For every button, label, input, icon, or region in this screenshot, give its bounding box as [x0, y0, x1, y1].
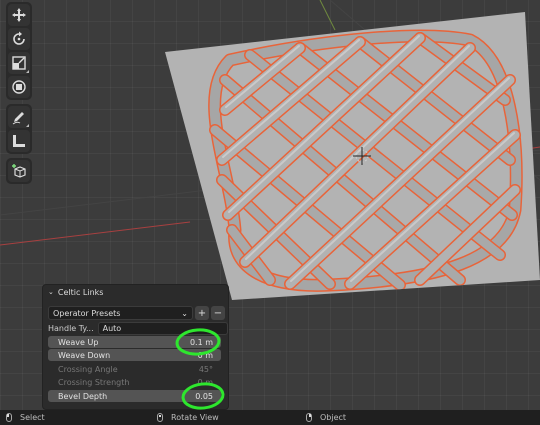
- crossing-strength-field[interactable]: Crossing Strength 0 m: [48, 376, 221, 388]
- tool-options-indicator: [26, 70, 29, 73]
- tool-options-indicator: [26, 124, 29, 127]
- scale-icon[interactable]: [8, 52, 30, 74]
- handle-type-value: Auto: [102, 324, 122, 333]
- status-bar: Select Rotate View Object: [0, 410, 540, 425]
- crossing-strength-value: 0 m: [197, 377, 213, 387]
- operator-presets-label: Operator Presets: [53, 308, 121, 318]
- crossing-strength-label: Crossing Strength: [58, 377, 130, 387]
- move-arrows-icon[interactable]: [8, 4, 30, 26]
- bevel-depth-field[interactable]: Bevel Depth 0.05: [48, 390, 221, 402]
- weave-up-value: 0.1 m: [189, 337, 213, 347]
- crossing-angle-field[interactable]: Crossing Angle 45°: [48, 363, 221, 375]
- rotate-icon[interactable]: [8, 28, 30, 50]
- crossing-angle-value: 45°: [198, 364, 213, 374]
- operator-presets-row: Operator Presets ⌄ + −: [48, 306, 225, 320]
- weave-up-field[interactable]: Weave Up 0.1 m: [48, 336, 221, 348]
- handle-type-label: Handle Ty...: [48, 324, 94, 333]
- tool-shelf: [6, 2, 32, 184]
- crossing-angle-label: Crossing Angle: [58, 364, 118, 374]
- weave-up-label: Weave Up: [58, 337, 99, 347]
- status-rotate-view: Rotate View: [157, 410, 219, 425]
- pencil-icon[interactable]: [8, 106, 30, 128]
- status-select-label: Select: [20, 413, 45, 422]
- chevron-down-icon: ⌄: [181, 308, 188, 318]
- mouse-left-icon: [6, 413, 12, 422]
- chevron-down-icon: ⌄: [48, 288, 54, 296]
- remove-preset-button[interactable]: −: [211, 306, 225, 320]
- status-rotate-view-label: Rotate View: [171, 413, 219, 422]
- weave-down-label: Weave Down: [58, 350, 111, 360]
- mouse-middle-icon: [157, 413, 163, 422]
- status-select: Select: [6, 410, 45, 425]
- add-preset-button[interactable]: +: [195, 306, 209, 320]
- add-cube-icon[interactable]: [8, 160, 30, 182]
- add-tools-group: [6, 158, 32, 184]
- operator-panel-title: Celtic Links: [57, 287, 104, 297]
- status-object: Object: [306, 410, 346, 425]
- mouse-right-icon: [306, 413, 312, 422]
- annotate-tools-group: [6, 104, 32, 154]
- 3d-viewport[interactable]: ⌄ Celtic Links Operator Presets ⌄ + − Ha…: [0, 0, 540, 410]
- weave-down-value: 0 m: [197, 350, 213, 360]
- handle-type-dropdown[interactable]: Auto: [97, 322, 228, 335]
- status-object-label: Object: [320, 413, 347, 422]
- bevel-depth-value: 0.05: [195, 391, 213, 401]
- operator-panel: ⌄ Celtic Links Operator Presets ⌄ + − Ha…: [42, 284, 229, 410]
- operator-presets-dropdown[interactable]: Operator Presets ⌄: [48, 306, 193, 320]
- transform-tools-group: [6, 2, 32, 100]
- operator-panel-header[interactable]: ⌄ Celtic Links: [43, 285, 228, 299]
- handle-type-row: Handle Ty... Auto: [48, 322, 228, 335]
- bevel-depth-label: Bevel Depth: [58, 391, 108, 401]
- weave-down-field[interactable]: Weave Down 0 m: [48, 349, 221, 361]
- transform-icon[interactable]: [8, 76, 30, 98]
- ruler-icon[interactable]: [8, 130, 30, 152]
